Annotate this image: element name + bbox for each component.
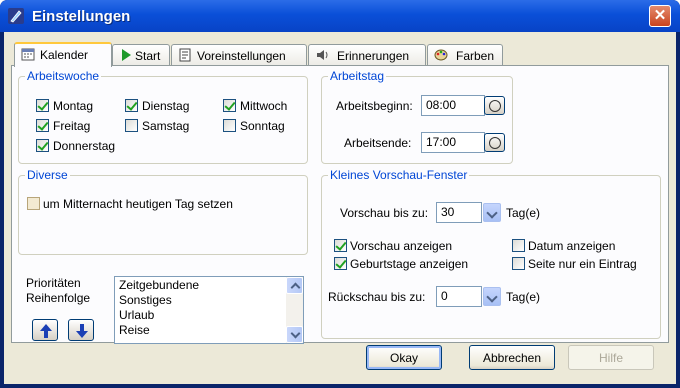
list-item[interactable]: Zeitgebundene [119, 278, 199, 292]
tab-label: Voreinstellungen [197, 49, 286, 63]
arrow-down-icon [76, 324, 88, 338]
mittwoch-label: Mittwoch [240, 99, 288, 113]
diverse-group: Diverse um Mitternacht heutigen Tag setz… [18, 168, 308, 255]
chevron-down-icon[interactable] [483, 203, 501, 222]
dienstag-checkbox[interactable] [125, 99, 138, 112]
settings-window: Einstellungen ✕ Kalender Start Voreinste… [0, 0, 680, 388]
speaker-icon [317, 50, 328, 60]
rueckschau-unit-label: Tag(e) [506, 290, 541, 304]
montag-checkbox[interactable] [36, 99, 49, 112]
tab-farben[interactable]: Farben [427, 44, 503, 66]
reihenfolge-label: Reihenfolge [26, 291, 91, 305]
group-title: Diverse [25, 168, 70, 182]
rueckschau-select[interactable]: 0 [436, 286, 482, 307]
tab-voreinstellungen[interactable]: Voreinstellungen [171, 44, 307, 66]
vorschau-anzeigen-checkbox[interactable] [334, 239, 347, 252]
vorschau-anzeigen-label: Vorschau anzeigen [350, 239, 453, 253]
play-icon [122, 49, 131, 61]
montag-label: Montag [53, 99, 94, 113]
samstag-checkbox[interactable] [125, 119, 138, 132]
freitag-label: Freitag [53, 119, 91, 133]
tab-kalender[interactable]: Kalender [14, 42, 112, 67]
datum-anzeigen-label: Datum anzeigen [528, 239, 616, 253]
arbeitsende-input[interactable]: 17:00 [421, 132, 485, 153]
list-item[interactable]: Sonstiges [119, 293, 172, 307]
arbeitsende-label: Arbeitsende: [344, 136, 412, 150]
pen-icon [8, 8, 24, 24]
group-title: Arbeitstag [328, 69, 387, 83]
list-scrollbar[interactable] [286, 277, 303, 343]
okay-button[interactable]: Okay [366, 345, 442, 370]
arbeitsbeginn-label: Arbeitsbeginn: [336, 99, 413, 113]
samstag-label: Samstag [142, 119, 190, 133]
scroll-up-icon[interactable] [286, 277, 303, 294]
prioritaeten-list[interactable]: Zeitgebundene Sonstiges Urlaub Reise [114, 276, 304, 344]
move-up-button[interactable] [32, 319, 58, 341]
close-button[interactable]: ✕ [649, 5, 671, 27]
clock-icon[interactable] [484, 96, 505, 115]
arrow-up-icon [40, 324, 52, 338]
vorschau-bis-select[interactable]: 30 [436, 202, 482, 223]
mittwoch-checkbox[interactable] [223, 99, 236, 112]
document-icon [179, 48, 191, 62]
arbeitsbeginn-input[interactable]: 08:00 [421, 95, 485, 116]
mitternacht-checkbox[interactable] [27, 197, 40, 210]
tab-label: Start [135, 49, 161, 63]
group-title: Kleines Vorschau-Fenster [328, 168, 470, 182]
arbeitswoche-group: Arbeitswoche Montag Dienstag Mittwoch Fr… [18, 69, 308, 164]
sonntag-checkbox[interactable] [223, 119, 236, 132]
window-title: Einstellungen [32, 8, 131, 25]
datum-anzeigen-checkbox[interactable] [512, 239, 525, 252]
hilfe-button[interactable]: Hilfe [568, 345, 654, 370]
list-item[interactable]: Urlaub [119, 308, 154, 322]
vorschau-bis-label: Vorschau bis zu: [340, 206, 429, 220]
calendar-icon [21, 48, 35, 61]
rueckschau-label: Rückschau bis zu: [328, 290, 426, 304]
prioritaeten-label: Prioritäten [26, 276, 81, 290]
scroll-down-icon[interactable] [286, 326, 303, 343]
move-down-button[interactable] [68, 319, 94, 341]
tab-erinnerungen[interactable]: Erinnerungen [308, 44, 426, 66]
abbrechen-button[interactable]: Abbrechen [469, 345, 555, 370]
mitternacht-label: um Mitternacht heutigen Tag setzen [43, 197, 233, 211]
chevron-down-icon[interactable] [483, 287, 501, 306]
dialog-body: Kalender Start Voreinstellungen Erinneru… [4, 32, 676, 384]
tab-label: Erinnerungen [337, 49, 410, 63]
tab-label: Farben [456, 49, 495, 63]
freitag-checkbox[interactable] [36, 119, 49, 132]
tab-panel-kalender: Arbeitswoche Montag Dienstag Mittwoch Fr… [11, 65, 669, 344]
vorschau-group: Kleines Vorschau-Fenster Vorschau bis zu… [321, 168, 661, 339]
geburtstage-checkbox[interactable] [334, 257, 347, 270]
donnerstag-checkbox[interactable] [36, 139, 49, 152]
dienstag-label: Dienstag [142, 99, 190, 113]
seite-checkbox[interactable] [512, 257, 525, 270]
title-bar: Einstellungen ✕ [0, 0, 680, 32]
group-title: Arbeitswoche [25, 69, 102, 83]
list-item[interactable]: Reise [119, 323, 150, 337]
arbeitstag-group: Arbeitstag Arbeitsbeginn: 08:00 Arbeitse… [321, 69, 513, 164]
seite-label: Seite nur ein Eintrag [528, 257, 637, 271]
donnerstag-label: Donnerstag [53, 139, 116, 153]
tab-label: Kalender [40, 48, 89, 62]
clock-icon[interactable] [484, 133, 505, 152]
tab-start[interactable]: Start [112, 44, 170, 66]
vorschau-unit-label: Tag(e) [506, 206, 541, 220]
geburtstage-label: Geburtstage anzeigen [350, 257, 469, 271]
palette-icon [434, 49, 448, 61]
sonntag-label: Sonntag [240, 119, 285, 133]
